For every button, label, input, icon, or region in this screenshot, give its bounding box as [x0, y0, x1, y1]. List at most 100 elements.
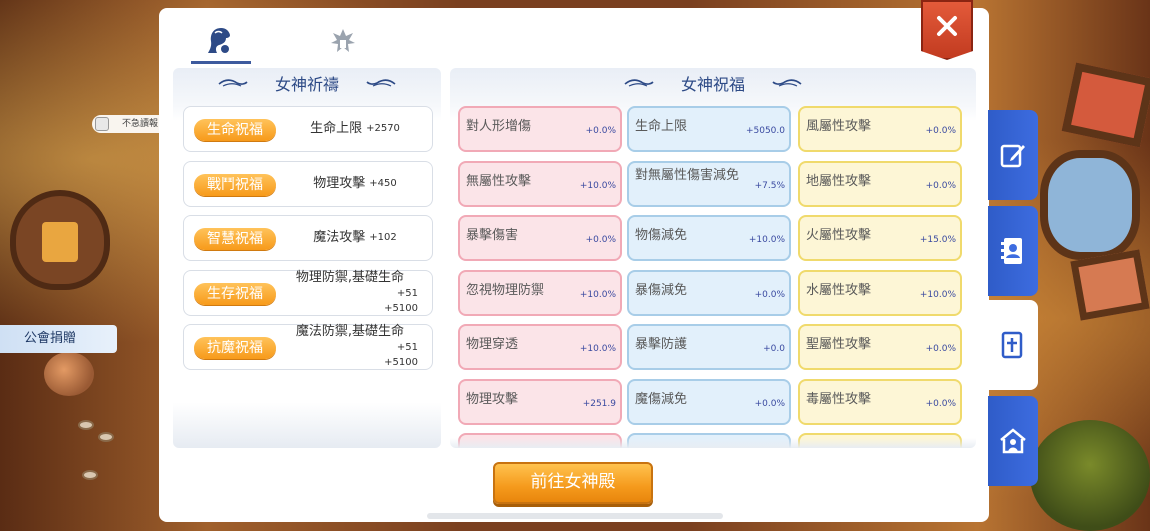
prayer-stat-value: +450	[369, 177, 397, 189]
blessing-cell-value: +251.9	[582, 398, 616, 409]
blessing-cell: 生命上限 +5050.0	[627, 106, 791, 152]
prayer-section: 女神祈禱 生命祝福 生命上限 +2570 戰鬥祝福 物理攻擊 +450 智慧祝福 魔法攻擊 +1…	[173, 68, 441, 448]
side-tab-contacts[interactable]	[988, 206, 1038, 296]
blessing-cell-name: 物理穿透	[466, 337, 519, 352]
prayer-stat-value: +51 +5100	[384, 287, 418, 314]
blessing-cell-value: +5050.0	[745, 126, 785, 136]
tab-emblem[interactable]	[313, 18, 373, 64]
blessing-cell-name: 地屬性攻擊	[806, 173, 872, 189]
panel-scrollbar[interactable]	[427, 513, 723, 519]
blessing-cell-name: 物傷減免	[635, 228, 688, 243]
prayer-row: 智慧祝福 魔法攻擊 +102	[183, 215, 433, 261]
tavern-sign-decoration	[10, 190, 110, 290]
blessing-header: 女神祝福	[450, 72, 976, 94]
blessing-cell-name: 魔傷減免	[635, 391, 688, 407]
blessing-cell: 物理攻擊 +251.9	[458, 378, 622, 425]
blessing-cell-name: 暴傷減免	[635, 282, 688, 298]
goddess-head-icon	[208, 28, 230, 53]
prayer-stat: 物理攻擊 +450	[284, 162, 426, 206]
prayer-stat-value: +102	[369, 232, 397, 243]
blessing-cell-value: +0.0%	[925, 126, 956, 136]
guild-house-icon	[1000, 428, 1026, 454]
left-ornament-icon	[624, 79, 654, 87]
blessing-cell-value: +0.0%	[925, 398, 956, 409]
blessing-cell-value: +0.0%	[925, 180, 956, 191]
goddess-panel: 女神祈禱 生命祝福 生命上限 +2570 戰鬥祝福 物理攻擊 +450 智慧祝福 魔法攻擊 +1…	[159, 0, 989, 522]
blessing-title: 女神祝福	[680, 75, 745, 94]
blessing-cell: 暴傷減免 +0.0%	[627, 269, 791, 316]
right-ornament-icon	[366, 79, 396, 87]
blessing-cell-name: 物理攻擊	[466, 391, 519, 407]
wall-painting-decoration	[1040, 150, 1140, 260]
blessing-cell: 忽視物理防禦 +10.0%	[458, 269, 622, 316]
tab-goddess[interactable]	[191, 18, 251, 64]
close-icon	[937, 16, 957, 36]
side-tab-goddess[interactable]	[986, 300, 1038, 390]
prayer-stat-value: +2570	[366, 123, 400, 134]
blessing-cell: 暴擊傷害 +0.0%	[458, 215, 622, 261]
blessing-cell: 風屬性攻擊 +0.0%	[798, 106, 962, 152]
panel-tabs	[189, 18, 489, 66]
npc-character	[44, 352, 94, 396]
blessing-cell: 毒屬性攻擊 +0.0%	[798, 378, 962, 425]
wall-painting-decoration	[1070, 249, 1150, 321]
blessing-cell: 地屬性攻擊 +0.0%	[798, 160, 962, 207]
blessing-cell-name: 暴擊防護	[635, 337, 688, 352]
prayer-pill: 抗魔祝福	[194, 337, 276, 359]
blessing-grid[interactable]: 對人形增傷 +0.0% 無屬性攻擊 +10.0% 暴擊傷害 +0.0% 忽視物理防禦 +10.…	[458, 106, 970, 448]
prayer-stat: 物理防禦,基礎生命 +51 +5100	[284, 269, 426, 315]
blessing-cell-value: +0.0%	[754, 398, 785, 409]
prayer-pill: 智慧祝福	[194, 228, 276, 250]
prayer-header: 女神祈禱	[173, 72, 441, 94]
blessing-cell-value: +0.0%	[585, 126, 616, 136]
notification-chip[interactable]: 不急讀報	[92, 115, 160, 133]
prayer-stat-value: +51 +5100	[384, 342, 418, 368]
blessing-cell-value: +0.0%	[925, 344, 956, 354]
notification-chip-label: 不急讀報	[122, 119, 159, 129]
blessing-cell-name: 對人形增傷	[466, 119, 532, 134]
blessing-cell-value: +15.0%	[919, 235, 956, 245]
blessing-cell-value: +10.0%	[919, 289, 956, 300]
blessing-cell-value: +10.0%	[579, 344, 616, 354]
blessing-cell-name: 聖屬性攻擊	[806, 337, 872, 352]
emblem-icon	[331, 29, 355, 52]
blessing-cell-name: 毒屬性攻擊	[806, 391, 872, 407]
prayer-row: 生命祝福 生命上限 +2570	[183, 106, 433, 152]
blessing-cell-name: 火屬性攻擊	[806, 228, 872, 243]
guild-donation-label[interactable]: 公會捐贈	[0, 325, 117, 353]
prayer-title: 女神祈禱	[274, 75, 339, 94]
blessing-cell-name: 水屬性攻擊	[806, 282, 872, 298]
blessing-cell-value: +7.5%	[754, 180, 785, 191]
side-tab-edit[interactable]	[988, 110, 1038, 200]
contacts-book-icon	[1001, 238, 1022, 264]
prayer-pill: 生存祝福	[194, 282, 276, 305]
cross-book-icon	[1001, 331, 1023, 359]
prayer-pill: 生命祝福	[194, 119, 276, 141]
cup-decoration	[78, 420, 94, 430]
prayer-row: 抗魔祝福 魔法防禦,基礎生命 +51 +5100	[183, 324, 433, 370]
blessing-cell-value: +10.0%	[579, 180, 616, 191]
blessing-cell: 魔傷減免 +0.0%	[627, 378, 791, 425]
prayer-stat-name: 生命上限	[310, 121, 363, 136]
prayer-stat: 生命上限 +2570	[284, 107, 426, 151]
left-ornament-icon	[218, 79, 248, 87]
notification-icon	[95, 117, 109, 131]
blessing-section: 女神祝福 對人形增傷 +0.0% 無屬性攻擊 +10.0% 暴擊傷害 +0.0% 忽視物理防…	[450, 68, 976, 448]
prayer-pill: 戰鬥祝福	[194, 173, 276, 196]
blessing-cell: 對人形增傷 +0.0%	[458, 106, 622, 152]
go-to-temple-button[interactable]: 前往女神殿	[493, 462, 653, 504]
blessing-cell-name: 生命上限	[635, 119, 688, 134]
blessing-cell-name: 忽視物理防禦	[466, 282, 545, 298]
blessing-cell-value: +0.0%	[754, 289, 785, 300]
prayer-stat-name: 魔法攻擊	[313, 230, 366, 245]
cup-decoration	[98, 432, 114, 442]
side-tab-guild[interactable]	[988, 396, 1038, 486]
close-button[interactable]	[921, 0, 973, 60]
blessing-cell: 物理穿透 +10.0%	[458, 324, 622, 370]
blessing-cell-name: 對無屬性傷害減免	[635, 167, 740, 183]
blessing-cell-name: 無屬性攻擊	[466, 173, 532, 189]
blessing-cell: 物傷減免 +10.0%	[627, 215, 791, 261]
right-ornament-icon	[772, 79, 802, 87]
blessing-cell-value: +0.0%	[585, 235, 616, 245]
prayer-stat-name: 物理防禦,基礎生命	[295, 269, 405, 285]
